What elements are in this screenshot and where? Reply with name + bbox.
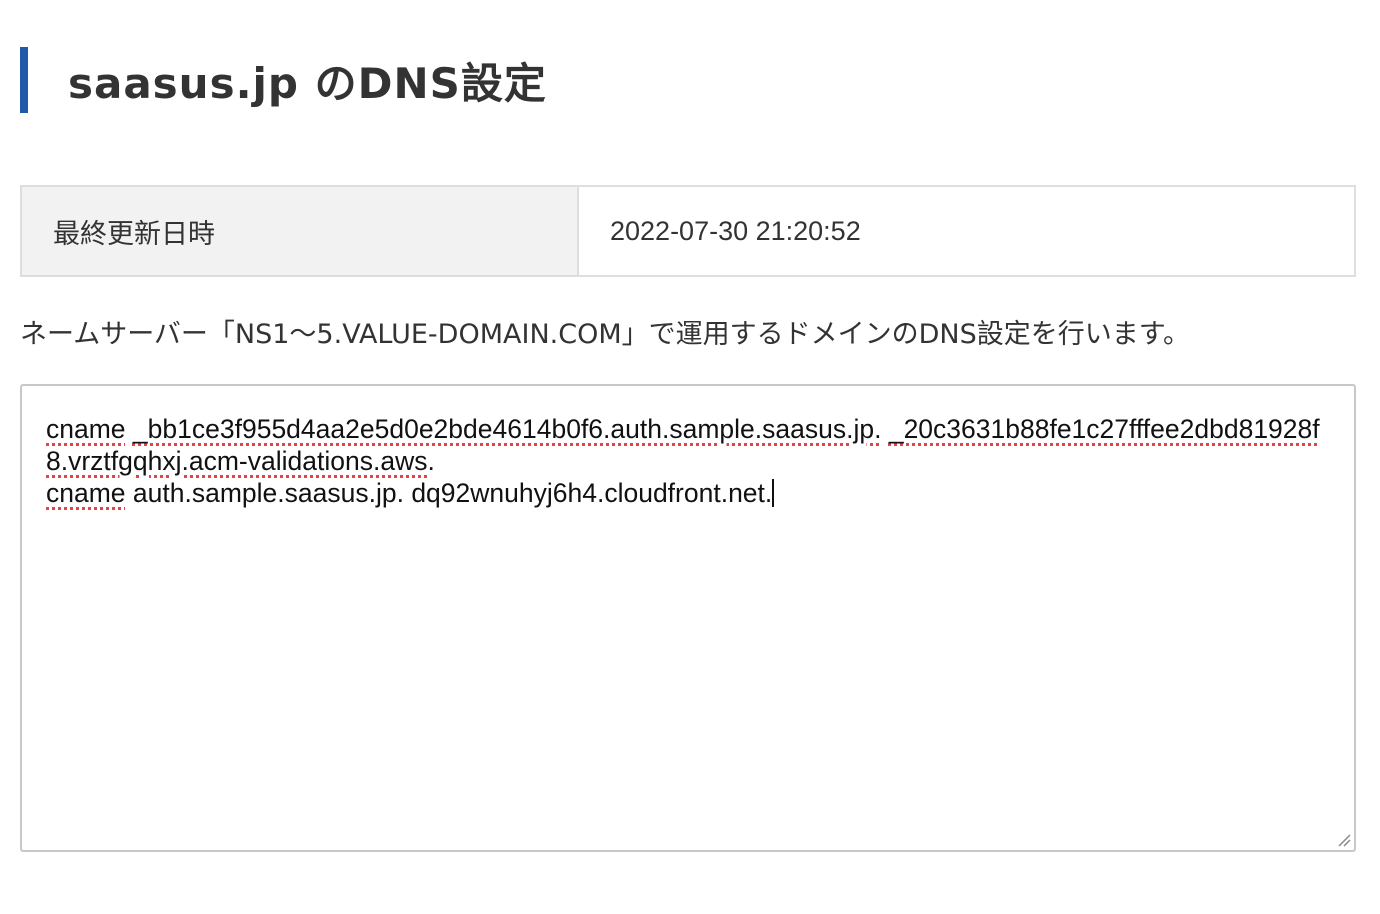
- last-updated-label: 最終更新日時: [20, 185, 579, 277]
- record-trailing-text: .: [427, 446, 435, 476]
- record-type-text: cname: [46, 478, 126, 508]
- last-updated-value: 2022-07-30 21:20:52: [577, 185, 1356, 277]
- page-title: saasus.jp のDNS設定: [68, 58, 547, 108]
- record-rest-text: auth.sample.saasus.jp. dq92wnuhyj6h4.clo…: [125, 478, 773, 508]
- title-accent-bar: [20, 47, 28, 113]
- dns-records-textarea[interactable]: cname _bb1ce3f955d4aa2e5d0e2bde4614b0f6.…: [20, 384, 1356, 852]
- page-header: saasus.jp のDNS設定: [20, 47, 547, 113]
- dns-description: ネームサーバー「NS1〜5.VALUE-DOMAIN.COM」で運用するドメイン…: [20, 319, 1191, 350]
- record-name-text: _bb1ce3f955d4aa2e5d0e2bde4614b0f6.auth.s…: [132, 414, 882, 444]
- resize-grip-icon[interactable]: [1337, 833, 1351, 847]
- table-row: 最終更新日時 2022-07-30 21:20:52: [20, 185, 1356, 277]
- last-updated-table: 最終更新日時 2022-07-30 21:20:52: [20, 185, 1356, 277]
- text-caret: [772, 479, 775, 507]
- record-type-text: cname: [46, 414, 126, 444]
